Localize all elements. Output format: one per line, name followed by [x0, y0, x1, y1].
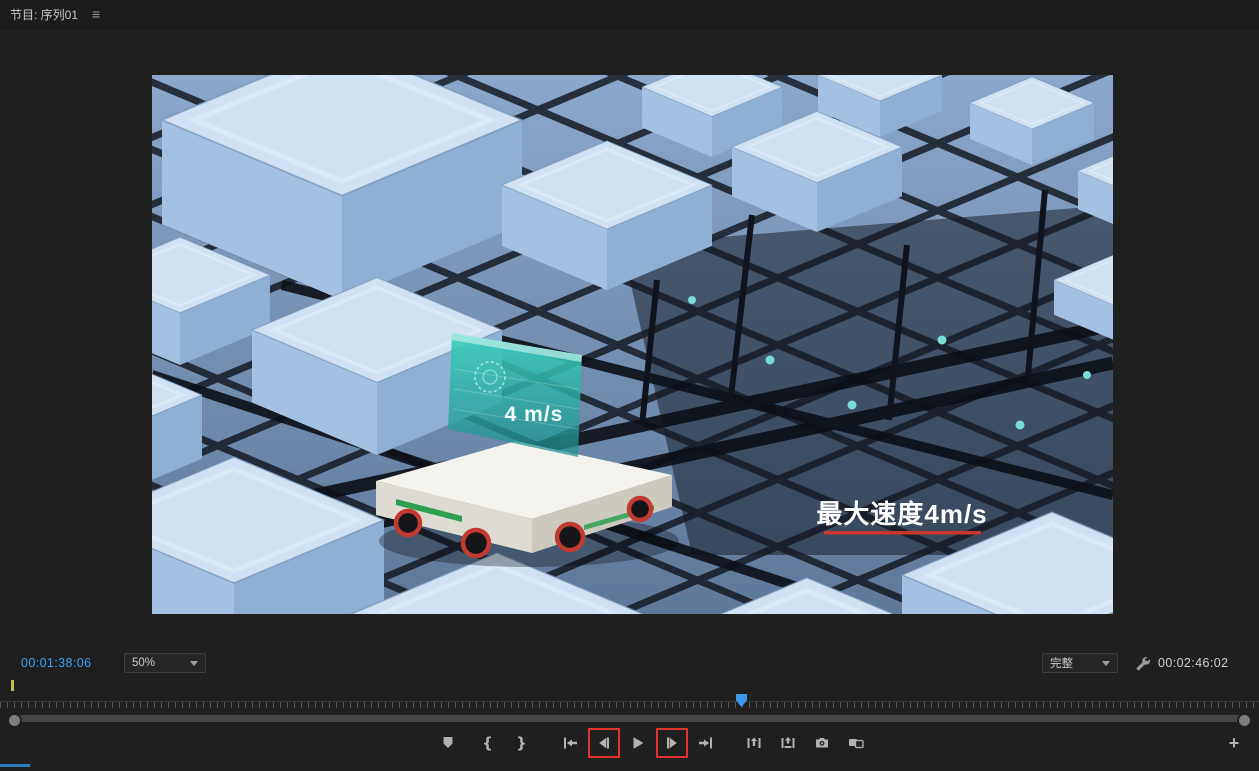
plus-icon: + [1229, 734, 1240, 752]
camera-icon [814, 735, 830, 751]
wrench-icon [1134, 655, 1150, 671]
add-marker-button[interactable] [435, 730, 461, 756]
panel-title: 节目: 序列01 [10, 6, 78, 23]
go-to-out-button[interactable] [693, 730, 719, 756]
go-to-out-icon [698, 735, 714, 751]
scrollbar-track[interactable] [12, 715, 1247, 722]
agv-speed-hud: 4 m/s [505, 403, 564, 426]
panel-header: 节目: 序列01 ≡ [0, 0, 1259, 29]
clip-marker [11, 680, 14, 691]
transport-controls: { } [0, 727, 1259, 759]
ruler-ticks [0, 702, 1259, 708]
playback-resolution-value: 完整 [1050, 655, 1073, 671]
lift-icon [746, 735, 762, 751]
mark-in-button[interactable]: { [475, 730, 501, 756]
program-monitor-viewport[interactable]: 4 m/s 最大速度4m/s [152, 75, 1113, 614]
step-forward-icon [664, 735, 680, 751]
monitor-timeline-ruler[interactable] [0, 678, 1259, 712]
play-button[interactable] [625, 730, 651, 756]
settings-button[interactable] [1132, 653, 1152, 673]
chevron-down-icon [190, 661, 198, 666]
video-frame: 4 m/s 最大速度4m/s [152, 75, 1113, 614]
lift-button[interactable] [741, 730, 767, 756]
zoom-scrollbar[interactable] [0, 712, 1259, 726]
program-monitor-panel: 节目: 序列01 ≡ [0, 0, 1259, 771]
panel-focus-line [0, 764, 30, 767]
scrollbar-handle-left[interactable] [7, 713, 22, 728]
extract-button[interactable] [775, 730, 801, 756]
caption-underline [824, 531, 981, 535]
zoom-level-select[interactable]: 50% [124, 653, 206, 673]
comparison-view-button[interactable] [843, 730, 869, 756]
sequence-duration: 00:02:46:02 [1158, 656, 1228, 670]
mark-out-button[interactable]: } [509, 730, 535, 756]
mark-out-icon: } [516, 736, 527, 751]
mark-in-icon: { [482, 736, 493, 751]
step-back-icon [596, 735, 612, 751]
chevron-down-icon [1102, 661, 1110, 666]
caption-text: 最大速度4m/s [816, 499, 987, 529]
step-forward-button[interactable] [659, 730, 685, 756]
zoom-level-value: 50% [132, 657, 155, 669]
step-back-button[interactable] [591, 730, 617, 756]
scrollbar-handle-right[interactable] [1237, 713, 1252, 728]
go-to-in-button[interactable] [557, 730, 583, 756]
go-to-in-icon [562, 735, 578, 751]
comparison-view-icon [848, 735, 864, 751]
play-icon [630, 735, 646, 751]
export-frame-button[interactable] [809, 730, 835, 756]
extract-icon [780, 735, 796, 751]
current-timecode[interactable]: 00:01:38:06 [21, 656, 91, 670]
button-editor-button[interactable]: + [1221, 727, 1247, 759]
playback-resolution-select[interactable]: 完整 [1042, 653, 1118, 673]
panel-menu-icon[interactable]: ≡ [92, 7, 100, 21]
marker-icon [440, 735, 456, 751]
